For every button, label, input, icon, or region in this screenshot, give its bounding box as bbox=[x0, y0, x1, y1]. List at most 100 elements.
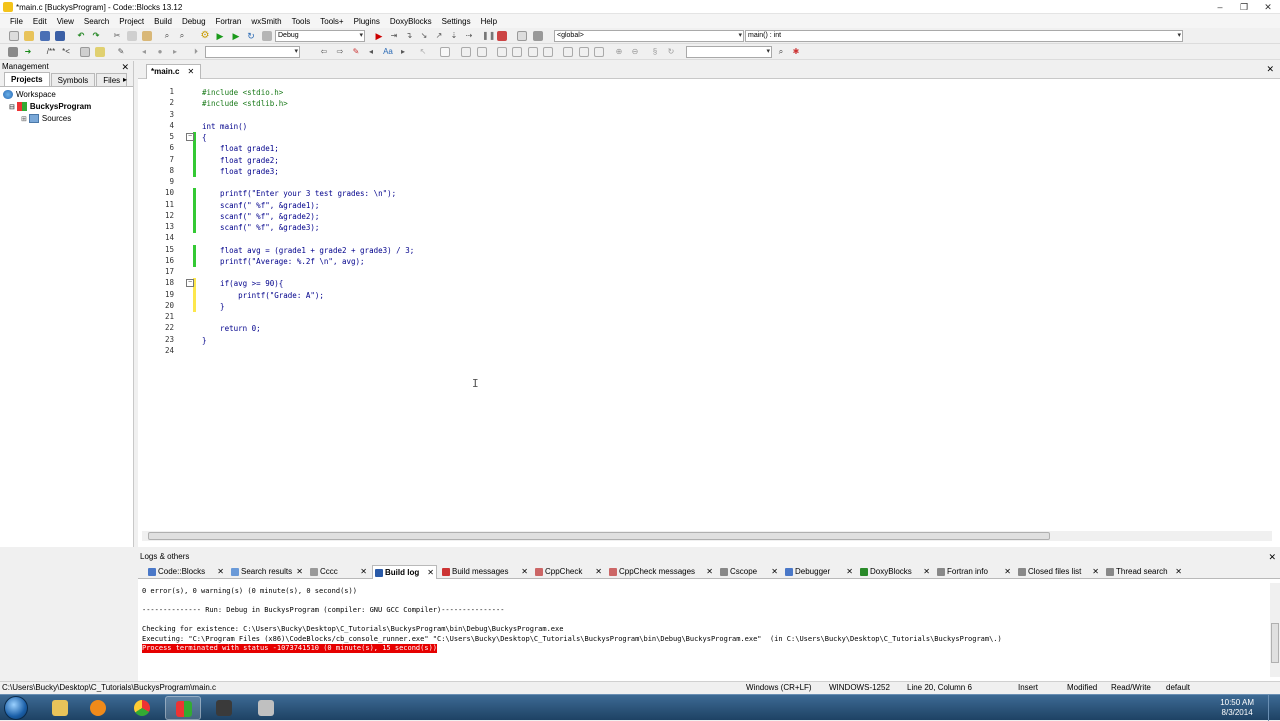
log-tab-close-icon[interactable]: ✕ bbox=[1004, 565, 1011, 578]
code-line[interactable]: float grade3; bbox=[202, 166, 279, 177]
jump-back-icon[interactable]: ⇦ bbox=[319, 47, 329, 57]
build-and-run-icon[interactable]: ▶ bbox=[231, 31, 241, 41]
log-tab-close-icon[interactable]: ✕ bbox=[706, 565, 713, 578]
toggle-bookmark-icon[interactable] bbox=[8, 47, 18, 57]
codeblocks-task[interactable] bbox=[165, 696, 201, 720]
rect-tool-icon[interactable] bbox=[440, 47, 450, 57]
next-line-icon[interactable]: ↴ bbox=[404, 31, 414, 41]
code-line[interactable]: if(avg >= 90){ bbox=[202, 278, 283, 289]
clock[interactable]: 10:50 AM 8/3/2014 bbox=[1220, 698, 1254, 718]
minimize-button[interactable]: – bbox=[1208, 0, 1232, 14]
code-line[interactable]: } bbox=[202, 301, 225, 312]
uncomment-icon[interactable]: *< bbox=[60, 47, 72, 57]
log-tab-close-icon[interactable]: ✕ bbox=[595, 565, 602, 578]
menu-view[interactable]: View bbox=[52, 17, 79, 26]
menu-help[interactable]: Help bbox=[476, 17, 502, 26]
media-player-task[interactable] bbox=[80, 696, 116, 720]
debug-run-icon[interactable]: ▶ bbox=[374, 31, 384, 41]
step-out-icon[interactable]: ↗ bbox=[434, 31, 444, 41]
build-gear-icon[interactable]: ⚙ bbox=[200, 31, 210, 41]
various-info-icon[interactable] bbox=[533, 31, 543, 41]
code-line[interactable]: return 0; bbox=[202, 323, 261, 334]
doxy-config-icon[interactable] bbox=[80, 47, 90, 57]
log-tab[interactable]: Build messages ✕ bbox=[440, 565, 530, 579]
log-tab[interactable]: Build log ✕ bbox=[372, 565, 437, 579]
log-tab[interactable]: Code::Blocks ✕ bbox=[146, 565, 226, 579]
next-instruction-icon[interactable]: ⇣ bbox=[449, 31, 459, 41]
code-line[interactable]: scanf(" %f", &grade3); bbox=[202, 222, 319, 233]
scope-select[interactable]: <global> ▾ bbox=[554, 30, 744, 42]
close-window-button[interactable]: ✕ bbox=[1256, 0, 1280, 14]
log-tab-close-icon[interactable]: ✕ bbox=[846, 565, 853, 578]
log-tab[interactable]: CppCheck ✕ bbox=[533, 565, 604, 579]
paste-icon[interactable] bbox=[142, 31, 152, 41]
menu-tools-plus[interactable]: Tools+ bbox=[315, 17, 348, 26]
undo-icon[interactable]: ↶ bbox=[76, 31, 86, 41]
menu-wxsmith[interactable]: wxSmith bbox=[246, 17, 286, 26]
code-line[interactable]: scanf(" %f", &grade2); bbox=[202, 211, 319, 222]
step-instruction-icon[interactable]: ⇢ bbox=[464, 31, 474, 41]
log-tab[interactable]: Cccc ✕ bbox=[308, 565, 369, 579]
layout-8-icon[interactable] bbox=[579, 47, 589, 57]
code-line[interactable]: scanf(" %f", &grade1); bbox=[202, 200, 319, 211]
tab-scroll-right-icon[interactable]: ▸ bbox=[123, 75, 127, 84]
step-into-icon[interactable]: ↘ bbox=[419, 31, 429, 41]
log-tab[interactable]: Thread search ✕ bbox=[1104, 565, 1184, 579]
app-task[interactable] bbox=[248, 696, 284, 720]
scroll-thumb[interactable] bbox=[1271, 623, 1279, 663]
log-tab[interactable]: Cscope ✕ bbox=[718, 565, 780, 579]
explorer-task[interactable] bbox=[42, 696, 78, 720]
tab-symbols[interactable]: Symbols bbox=[50, 73, 96, 86]
jump-icon[interactable]: ➜ bbox=[23, 47, 33, 57]
code-line[interactable]: printf("Grade: A"); bbox=[202, 290, 324, 301]
layout-4-icon[interactable] bbox=[512, 47, 522, 57]
cut-icon[interactable]: ✂ bbox=[112, 31, 122, 41]
layout-6-icon[interactable] bbox=[543, 47, 553, 57]
log-tab[interactable]: DoxyBlocks ✕ bbox=[858, 565, 932, 579]
log-tab-close-icon[interactable]: ✕ bbox=[427, 566, 434, 579]
rebuild-icon[interactable]: ↻ bbox=[246, 31, 256, 41]
save-icon[interactable] bbox=[40, 31, 50, 41]
function-select[interactable]: main() : int ▾ bbox=[745, 30, 1183, 42]
redo-icon[interactable]: ↷ bbox=[91, 31, 101, 41]
select-text-icon[interactable]: Aa bbox=[381, 47, 395, 57]
comment-icon[interactable]: /** bbox=[44, 47, 58, 57]
copy-icon[interactable] bbox=[127, 31, 137, 41]
search-combo[interactable]: ▾ bbox=[205, 46, 300, 58]
log-tab-close-icon[interactable]: ✕ bbox=[771, 565, 778, 578]
debug-windows-icon[interactable] bbox=[517, 31, 527, 41]
menu-fortran[interactable]: Fortran bbox=[211, 17, 247, 26]
code-line[interactable]: float grade2; bbox=[202, 155, 279, 166]
tree-project[interactable]: ⊟ BuckysProgram bbox=[3, 101, 130, 113]
find-combo[interactable]: ▾ bbox=[686, 46, 772, 58]
binoculars-icon[interactable]: ⌕ bbox=[776, 47, 786, 57]
log-tab-close-icon[interactable]: ✕ bbox=[360, 565, 367, 578]
jump-forward-icon[interactable]: ⇨ bbox=[335, 47, 345, 57]
zoom-in-icon[interactable]: ⊕ bbox=[614, 47, 624, 57]
run-to-cursor-icon[interactable]: ⇥ bbox=[389, 31, 399, 41]
tab-close-icon[interactable]: ✕ bbox=[187, 67, 194, 76]
log-tab-close-icon[interactable]: ✕ bbox=[521, 565, 528, 578]
layout-9-icon[interactable] bbox=[594, 47, 604, 57]
doxy-help-icon[interactable] bbox=[95, 47, 105, 57]
code-line[interactable]: float grade1; bbox=[202, 143, 279, 154]
search-prev-icon[interactable]: ⏵ bbox=[191, 47, 201, 57]
tree-sources-folder[interactable]: ⊞ Sources bbox=[3, 113, 130, 125]
code-line[interactable]: #include <stdlib.h> bbox=[202, 98, 288, 109]
close-logs-icon[interactable]: ✕ bbox=[1268, 551, 1276, 563]
find-settings-icon[interactable]: ✱ bbox=[791, 47, 801, 57]
tree-workspace[interactable]: Workspace bbox=[3, 89, 130, 101]
code-line[interactable]: printf("Average: %.2f \n", avg); bbox=[202, 256, 365, 267]
next-bookmark-icon[interactable]: ▸ bbox=[398, 47, 408, 57]
log-tab[interactable]: CppCheck messages ✕ bbox=[607, 565, 715, 579]
wrench-icon[interactable]: ✎ bbox=[116, 47, 126, 57]
log-tab-close-icon[interactable]: ✕ bbox=[923, 565, 930, 578]
log-tab-close-icon[interactable]: ✕ bbox=[217, 565, 224, 578]
run-icon[interactable]: ▶ bbox=[215, 31, 225, 41]
menu-plugins[interactable]: Plugins bbox=[349, 17, 385, 26]
layout-7-icon[interactable] bbox=[563, 47, 573, 57]
start-button[interactable] bbox=[4, 696, 28, 720]
code-line[interactable]: printf("Enter your 3 test grades: \n"); bbox=[202, 188, 396, 199]
menu-search[interactable]: Search bbox=[79, 17, 114, 26]
replace-icon[interactable]: ⌕ bbox=[177, 31, 187, 41]
